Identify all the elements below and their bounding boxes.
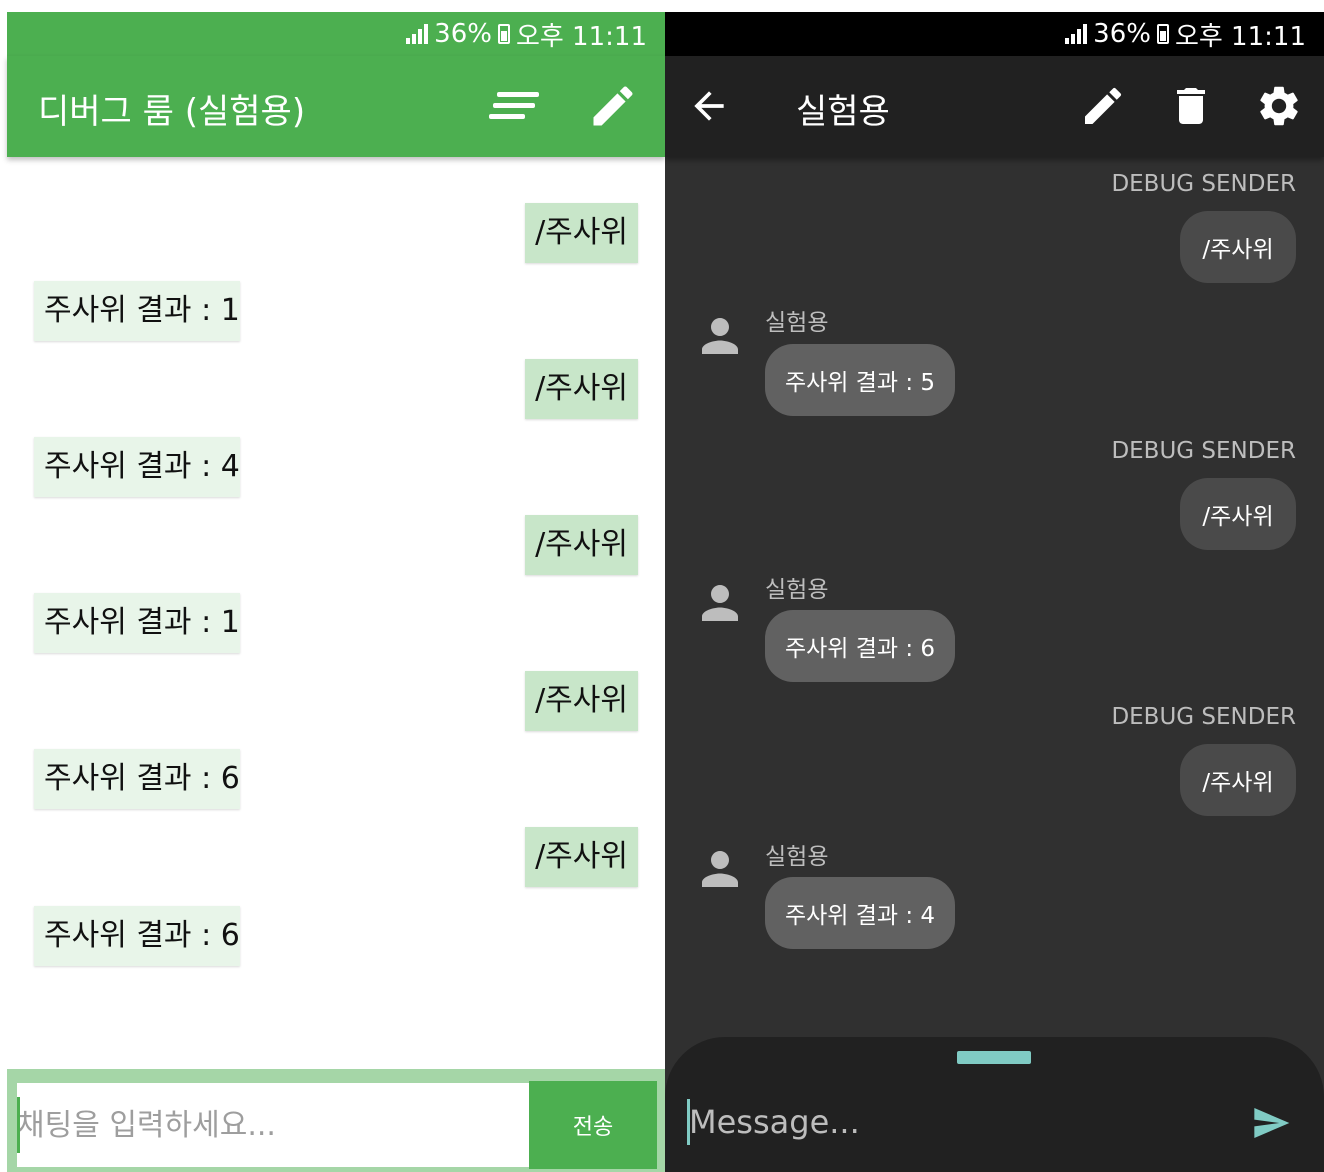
- received-message: 주사위 결과 : 6: [765, 610, 955, 682]
- battery-icon: [1156, 24, 1169, 44]
- status-bar: 36% 오후 11:11: [665, 12, 1324, 56]
- received-message: 주사위 결과 : 6: [34, 906, 240, 966]
- received-message: 주사위 결과 : 5: [765, 344, 955, 416]
- sent-message: /주사위: [525, 359, 638, 419]
- text-caret: [17, 1097, 20, 1153]
- battery-percent: 36%: [434, 19, 492, 49]
- sent-message: /주사위: [525, 671, 638, 731]
- message-composer: [665, 1037, 1324, 1172]
- battery-icon: [497, 24, 510, 44]
- clock: 오후 11:11: [515, 21, 647, 52]
- signal-icon: [1065, 24, 1088, 44]
- app-bar: 디버그 룸 (실험용): [7, 56, 665, 157]
- room-title: 디버그 룸 (실험용): [38, 92, 306, 132]
- send-button[interactable]: 전송: [529, 1081, 657, 1169]
- gear-icon[interactable]: [1255, 82, 1303, 130]
- chat-input-container: [17, 1083, 529, 1167]
- message-list: DEBUG SENDER /주사위 실험용 주사위 결과 : 5 DEBUG S…: [665, 157, 1324, 1037]
- right-phone-screen: 36% 오후 11:11 실험용 DEBUG SENDER /주사위 실험용 주…: [665, 0, 1324, 1172]
- chat-input[interactable]: [17, 1083, 529, 1167]
- person-icon: [693, 309, 747, 363]
- arrow-back-icon[interactable]: [687, 84, 731, 128]
- sent-message: /주사위: [525, 827, 638, 887]
- pencil-icon[interactable]: [1079, 82, 1127, 130]
- signal-icon: [406, 24, 429, 44]
- sent-message: /주사위: [1180, 478, 1296, 550]
- app-bar: 실험용: [665, 56, 1324, 157]
- received-message: 주사위 결과 : 4: [34, 437, 240, 497]
- sent-message: /주사위: [1180, 211, 1296, 283]
- room-title: 실험용: [796, 92, 890, 132]
- pencil-icon[interactable]: [587, 80, 639, 132]
- trash-icon[interactable]: [1167, 82, 1215, 130]
- top-margin: [665, 0, 1324, 12]
- person-icon: [693, 576, 747, 630]
- message-input[interactable]: [689, 1095, 1229, 1149]
- sender-name: DEBUG SENDER: [1111, 704, 1296, 730]
- bot-name: 실험용: [765, 310, 829, 336]
- drag-handle[interactable]: [957, 1051, 1031, 1064]
- person-icon: [693, 842, 747, 896]
- received-message: 주사위 결과 : 1: [34, 281, 240, 341]
- input-bar: 전송: [7, 1069, 665, 1172]
- bot-name: 실험용: [765, 577, 829, 603]
- message-list: /주사위 주사위 결과 : 1 /주사위 주사위 결과 : 4 /주사위 주사위…: [7, 157, 665, 1069]
- battery-percent: 36%: [1093, 19, 1151, 49]
- sender-name: DEBUG SENDER: [1111, 171, 1296, 197]
- received-message: 주사위 결과 : 1: [34, 593, 240, 653]
- sender-name: DEBUG SENDER: [1111, 438, 1296, 464]
- send-icon[interactable]: [1249, 1103, 1293, 1143]
- received-message: 주사위 결과 : 4: [765, 877, 955, 949]
- message-input-container: [689, 1095, 1229, 1149]
- sent-message: /주사위: [1180, 744, 1296, 816]
- clock: 오후 11:11: [1174, 21, 1306, 52]
- sent-message: /주사위: [525, 515, 638, 575]
- status-bar: 36% 오후 11:11: [7, 12, 665, 56]
- bot-name: 실험용: [765, 844, 829, 870]
- sort-menu-icon[interactable]: [487, 86, 539, 126]
- sent-message: /주사위: [525, 203, 638, 263]
- received-message: 주사위 결과 : 6: [34, 749, 240, 809]
- left-phone-screen: 36% 오후 11:11 디버그 룸 (실험용) /주사위 주사위 결과 : 1…: [0, 0, 665, 1172]
